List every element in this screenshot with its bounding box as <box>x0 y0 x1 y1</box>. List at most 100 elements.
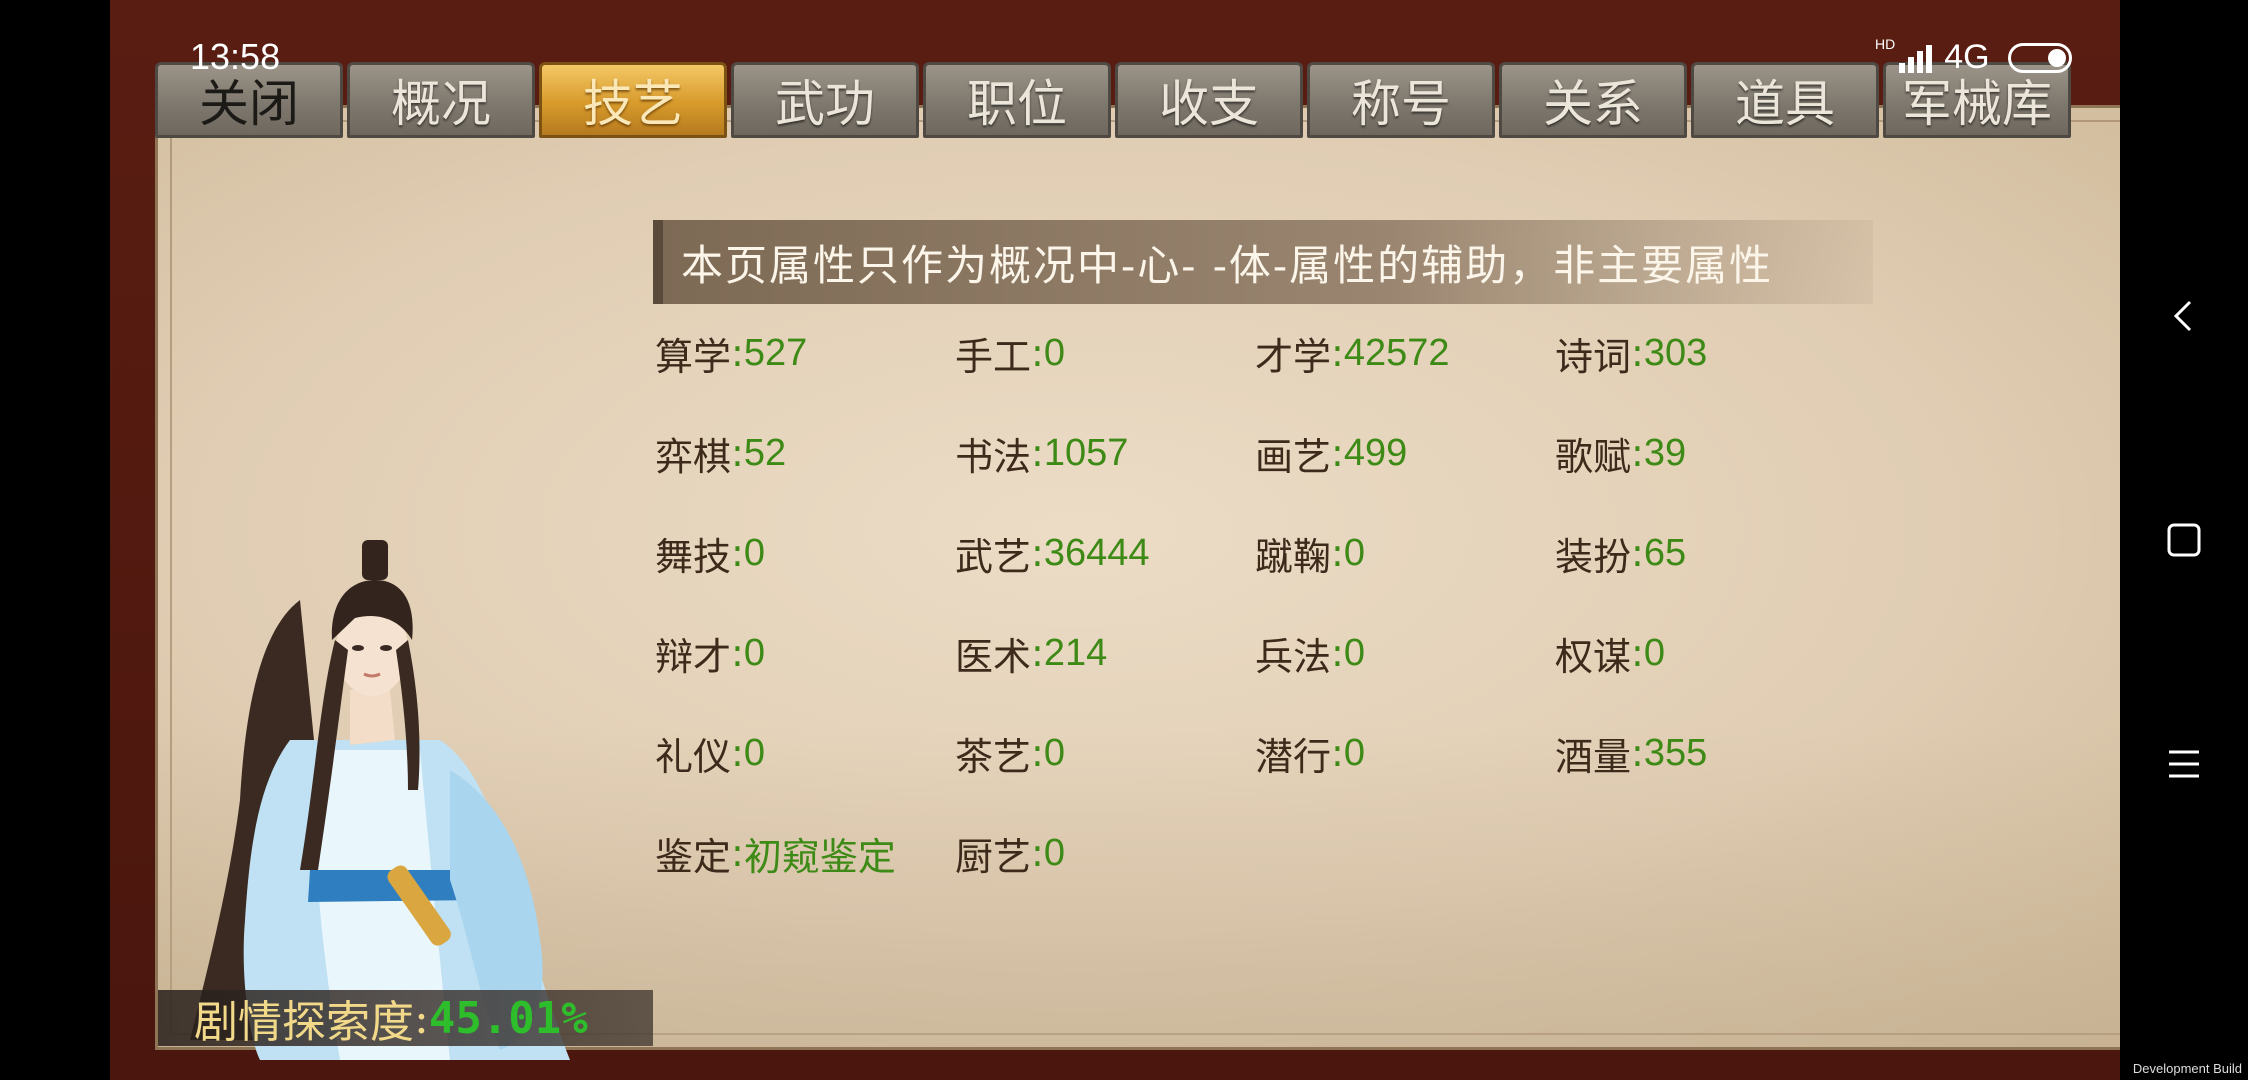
attribute-separator: : <box>1631 431 1644 475</box>
attribute-item: 武艺:36444 <box>955 520 1255 586</box>
dev-build-label: Development Build <box>2132 1061 2242 1076</box>
attribute-name: 厨艺 <box>955 834 1032 879</box>
attribute-name: 装扮 <box>1555 534 1632 579</box>
attribute-item: 蹴鞠:0 <box>1255 520 1555 586</box>
home-square-icon[interactable] <box>2164 520 2204 560</box>
attribute-value: 初窥鉴定 <box>743 834 896 879</box>
attribute-value: 36444 <box>1043 531 1150 574</box>
attribute-value: 0 <box>1643 631 1665 674</box>
attribute-separator: : <box>731 431 744 475</box>
attribute-value: 355 <box>1643 731 1708 774</box>
attribute-item: 兵法:0 <box>1255 620 1555 686</box>
attribute-value: 527 <box>743 331 808 374</box>
attribute-value: 0 <box>743 531 765 574</box>
tab-martial-arts[interactable]: 武功 <box>731 62 919 138</box>
character-portrait <box>190 540 570 1060</box>
attribute-value: 52 <box>743 431 787 474</box>
attribute-separator: : <box>1031 531 1044 575</box>
attribute-name: 才学 <box>1255 334 1332 379</box>
status-time: 13:58 <box>190 36 281 77</box>
attribute-item: 装扮:65 <box>1555 520 1855 586</box>
tab-bar: 关闭 概况 技艺 武功 职位 收支 称号 关系 道具 军械库 <box>155 62 2075 140</box>
tab-overview[interactable]: 概况 <box>347 62 535 138</box>
attribute-item: 权谋:0 <box>1555 620 1855 686</box>
attribute-name: 权谋 <box>1555 634 1632 679</box>
attribute-item: 鉴定: 初窥鉴定 <box>655 820 955 886</box>
attribute-item: 才学:42572 <box>1255 320 1555 386</box>
attribute-name: 茶艺 <box>955 734 1032 779</box>
tab-position[interactable]: 职位 <box>923 62 1111 138</box>
network-label: 4G <box>1944 38 1990 76</box>
notice-banner: 本页属性只作为概况中-心- -体-属性的辅助，非主要属性 <box>653 220 1873 304</box>
attribute-value: 42572 <box>1343 331 1450 374</box>
attribute-value: 65 <box>1643 531 1687 574</box>
attribute-name: 医术 <box>955 634 1032 679</box>
attribute-value: 0 <box>1343 531 1365 574</box>
attribute-item: 画艺:499 <box>1255 420 1555 486</box>
attribute-separator: : <box>1631 731 1644 775</box>
attribute-item: 厨艺:0 <box>955 820 1255 886</box>
story-progress-value: 45.01% <box>428 992 588 1044</box>
attribute-value: 214 <box>1043 631 1108 674</box>
attribute-name: 画艺 <box>1255 434 1332 479</box>
attribute-separator: : <box>1631 531 1644 575</box>
attribute-separator: : <box>731 531 744 575</box>
tab-relations[interactable]: 关系 <box>1499 62 1687 138</box>
menu-lines-icon[interactable] <box>2164 744 2204 784</box>
attribute-value: 39 <box>1643 431 1687 474</box>
attribute-value: 0 <box>743 631 765 674</box>
attribute-item: 舞技:0 <box>655 520 955 586</box>
attribute-name: 酒量 <box>1555 734 1632 779</box>
attribute-name: 舞技 <box>655 534 732 579</box>
attribute-item: 算学:527 <box>655 320 955 386</box>
attribute-separator: : <box>1031 331 1044 375</box>
attribute-value: 0 <box>1043 331 1065 374</box>
attribute-name: 手工 <box>955 334 1032 379</box>
attribute-separator: : <box>1631 331 1644 375</box>
attribute-separator: : <box>1331 731 1344 775</box>
tab-skills[interactable]: 技艺 <box>539 62 727 138</box>
attribute-separator: : <box>731 631 744 675</box>
attribute-name: 辩才 <box>655 634 732 679</box>
tab-titles[interactable]: 称号 <box>1307 62 1495 138</box>
attribute-value: 303 <box>1643 331 1708 374</box>
attribute-name: 武艺 <box>955 534 1032 579</box>
attribute-value: 0 <box>1043 731 1065 774</box>
attribute-value: 0 <box>1343 731 1365 774</box>
attribute-name: 潜行 <box>1255 734 1332 779</box>
attribute-separator: : <box>1331 431 1344 475</box>
attribute-separator: : <box>1031 731 1044 775</box>
attribute-separator: : <box>1331 631 1344 675</box>
tab-finance[interactable]: 收支 <box>1115 62 1303 138</box>
attribute-name: 算学 <box>655 334 732 379</box>
attribute-item: 书法:1057 <box>955 420 1255 486</box>
attribute-item: 手工:0 <box>955 320 1255 386</box>
attribute-item: 辩才:0 <box>655 620 955 686</box>
attribute-name: 礼仪 <box>655 734 732 779</box>
attribute-name: 蹴鞠 <box>1255 534 1332 579</box>
attribute-item: 潜行:0 <box>1255 720 1555 786</box>
attribute-item: 歌赋:39 <box>1555 420 1855 486</box>
attribute-separator: : <box>731 831 744 875</box>
attribute-grid: 算学:527 手工:0 才学:42572 诗词:303 弈棋:52 书法:1057 画艺:4… <box>655 320 1855 920</box>
attribute-name: 诗词 <box>1555 334 1632 379</box>
attribute-name: 弈棋 <box>655 434 732 479</box>
attribute-item: 礼仪:0 <box>655 720 955 786</box>
attribute-item: 诗词:303 <box>1555 320 1855 386</box>
attribute-separator: : <box>1031 831 1044 875</box>
attribute-item: 弈棋:52 <box>655 420 955 486</box>
attribute-value: 499 <box>1343 431 1408 474</box>
story-progress-label: 剧情探索度 <box>194 997 414 1048</box>
attribute-value: 0 <box>743 731 765 774</box>
attribute-separator: : <box>1031 631 1044 675</box>
attribute-separator: : <box>1331 531 1344 575</box>
back-chevron-icon[interactable] <box>2164 296 2204 336</box>
attribute-value: 0 <box>1343 631 1365 674</box>
attribute-separator: : <box>731 731 744 775</box>
tab-items[interactable]: 道具 <box>1691 62 1879 138</box>
hd-label: HD <box>1875 35 1896 52</box>
attribute-name: 歌赋 <box>1555 434 1632 479</box>
attribute-separator: : <box>1031 431 1044 475</box>
attribute-value: 0 <box>1043 831 1065 874</box>
status-indicators: HD 4G <box>1875 35 2072 77</box>
